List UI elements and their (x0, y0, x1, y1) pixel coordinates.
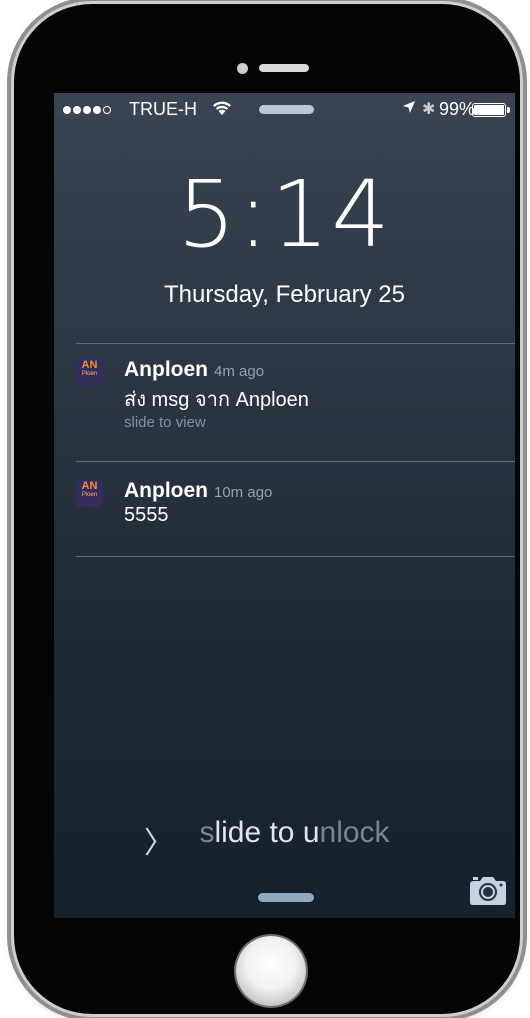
notification-divider (76, 343, 515, 344)
notification-message: ส่ง msg จาก Anploen (124, 389, 309, 411)
notification-app-name: Anploen (124, 479, 208, 502)
notification-title: Anploen 4m ago (124, 358, 264, 382)
slide-to-unlock[interactable]: 〉 slide to unlock (54, 816, 515, 860)
notification-divider (76, 461, 515, 462)
notification-app-name: Anploen (124, 358, 208, 381)
notification-title: Anploen 10m ago (124, 479, 272, 503)
battery-icon (472, 103, 506, 117)
earpiece-speaker (259, 64, 309, 72)
app-icon-sublabel: Ploen (81, 492, 98, 498)
camera-icon[interactable] (468, 874, 508, 906)
lock-screen-date: Thursday, February 25 (164, 281, 405, 308)
app-icon-sublabel: Ploen (81, 371, 98, 377)
notification-message: 5555 (124, 504, 169, 526)
slide-to-view-hint: slide to view (124, 414, 206, 431)
battery-nub (507, 107, 510, 113)
notification-divider (76, 556, 515, 557)
phone-frame: TRUE-H ✱ 99% 5:14 Thursday, February 25 … (14, 4, 520, 1014)
notification-center-grabber[interactable] (259, 105, 314, 114)
notification-item[interactable]: AN Ploen Anploen 4m ago ส่ง msg จาก Anplo… (76, 358, 515, 454)
carrier-name: TRUE-H (129, 99, 197, 119)
lock-screen-time: 5:14 (177, 161, 392, 268)
home-button[interactable] (236, 936, 306, 1006)
wifi-icon (213, 101, 231, 115)
control-center-grabber[interactable] (258, 893, 314, 902)
chevron-right-icon: 〉 (144, 827, 174, 860)
bluetooth-icon: ✱ (422, 101, 436, 118)
notification-time: 10m ago (214, 484, 273, 501)
signal-strength-icon (63, 99, 113, 120)
location-arrow-icon (403, 101, 415, 113)
anploen-app-icon: AN Ploen (76, 479, 103, 507)
battery-percentage: 99% (439, 99, 476, 119)
status-bar: TRUE-H ✱ 99% (54, 93, 515, 127)
app-icon-label: AN (81, 359, 98, 371)
battery-level-fill (474, 105, 504, 115)
notification-item[interactable]: AN Ploen Anploen 10m ago 5555 (76, 479, 515, 549)
front-camera (237, 63, 248, 74)
app-icon-label: AN (81, 480, 98, 492)
lock-screen: TRUE-H ✱ 99% 5:14 Thursday, February 25 … (54, 93, 515, 918)
anploen-app-icon: AN Ploen (76, 358, 103, 386)
notification-time: 4m ago (214, 363, 265, 380)
slide-to-unlock-label: slide to unlock (199, 816, 390, 849)
